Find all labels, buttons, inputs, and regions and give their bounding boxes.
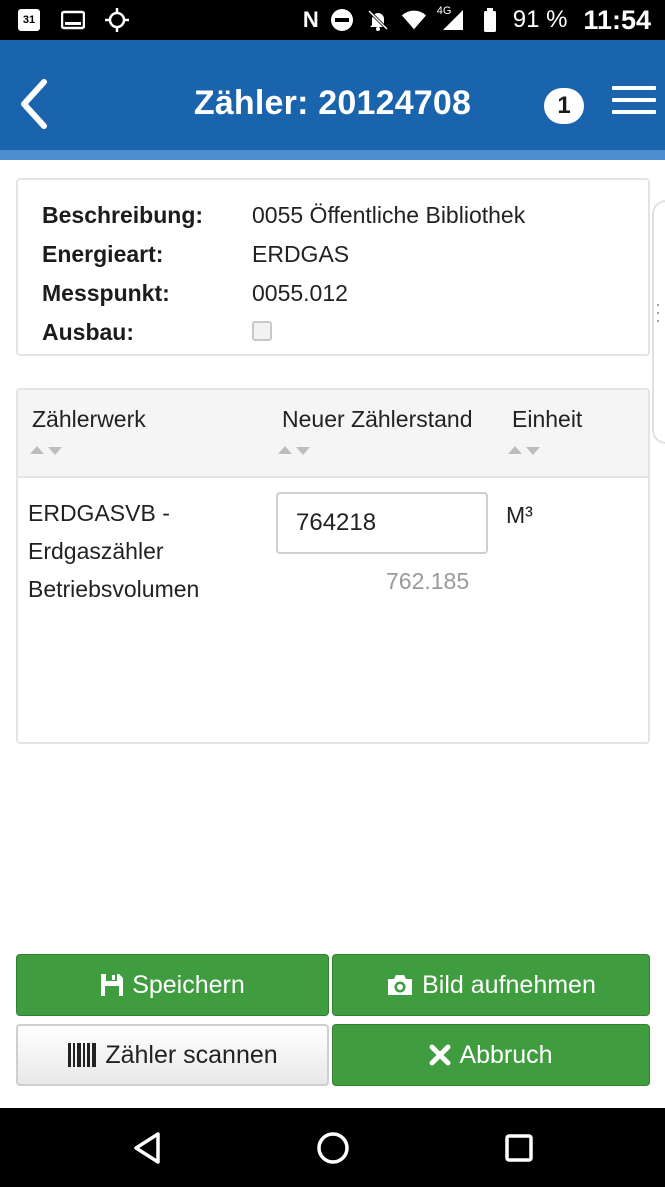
- circle-home-icon: [317, 1132, 349, 1164]
- menu-icon-bar: [612, 98, 656, 102]
- column-header-werk[interactable]: Zählerwerk: [32, 406, 146, 433]
- cancel-button[interactable]: Abbruch: [332, 1024, 650, 1086]
- close-icon: [429, 1044, 451, 1066]
- square-recents-icon: [505, 1134, 533, 1162]
- info-label: Energieart:: [42, 241, 164, 267]
- table-header: Zählerwerk Neuer Zählerstand Einheit: [18, 390, 648, 478]
- network-label: 4G: [436, 5, 452, 17]
- sort-icon[interactable]: [508, 446, 540, 455]
- battery-icon: [477, 7, 503, 33]
- info-label: Ausbau:: [42, 319, 134, 345]
- werk-line: ERDGASVB -: [28, 500, 170, 526]
- info-value: 0055.012: [252, 280, 348, 306]
- gallery-icon: [60, 7, 86, 33]
- take-photo-button-label: Bild aufnehmen: [422, 970, 596, 999]
- dnd-icon: [329, 7, 355, 33]
- barcode-icon: [67, 1042, 97, 1068]
- notification-badge[interactable]: 1: [544, 88, 584, 124]
- previous-reading: 762.185: [386, 568, 470, 594]
- wifi-icon: [401, 7, 427, 33]
- column-header-new-reading[interactable]: Neuer Zählerstand: [282, 406, 473, 433]
- signal-icon: 4G: [436, 5, 467, 33]
- info-label: Messpunkt:: [42, 280, 170, 306]
- info-row-removal: Ausbau:: [42, 319, 272, 346]
- meter-info-card: Beschreibung: 0055 Öffentliche Bibliothe…: [16, 178, 650, 356]
- nav-home-button[interactable]: [313, 1128, 353, 1168]
- nav-recents-button[interactable]: [499, 1128, 539, 1168]
- triangle-back-icon: [134, 1132, 160, 1164]
- nav-back-button[interactable]: [128, 1128, 168, 1168]
- table-cell-werk: ERDGASVB - Erdgaszähler Betriebsvolumen: [28, 494, 248, 608]
- hamburger-menu-button[interactable]: [612, 82, 656, 122]
- calendar-icon: 31: [16, 7, 42, 33]
- app-header: Zähler: 20124708 1: [0, 40, 665, 160]
- location-icon: [104, 7, 130, 33]
- werk-line: Betriebsvolumen: [28, 576, 200, 602]
- info-row-energy-type: Energieart: ERDGAS: [42, 241, 349, 268]
- readings-table: Zählerwerk Neuer Zählerstand Einheit ERD…: [16, 388, 650, 744]
- info-value: ERDGAS: [252, 241, 350, 267]
- calendar-day: 31: [18, 9, 40, 31]
- unit-value: M³: [506, 502, 533, 528]
- removal-checkbox[interactable]: [252, 321, 272, 341]
- new-reading-input[interactable]: [276, 492, 488, 554]
- take-photo-button[interactable]: Bild aufnehmen: [332, 954, 650, 1016]
- cancel-button-label: Abbruch: [459, 1040, 553, 1069]
- menu-icon-bar: [612, 86, 656, 90]
- werk-line: Erdgaszähler: [28, 538, 164, 564]
- camera-icon: [386, 973, 414, 997]
- save-button[interactable]: Speichern: [16, 954, 329, 1016]
- nfc-icon: N: [302, 7, 319, 32]
- status-bar: 31 N 4G 91 % 11:54: [0, 0, 665, 40]
- floppy-disk-icon: [100, 973, 124, 997]
- info-value: 0055 Öffentliche Bibliothek: [252, 202, 526, 228]
- save-button-label: Speichern: [132, 970, 245, 999]
- info-row-measuring-point: Messpunkt: 0055.012: [42, 280, 348, 307]
- menu-icon-bar: [612, 110, 656, 114]
- info-label: Beschreibung:: [42, 202, 204, 228]
- info-row-description: Beschreibung: 0055 Öffentliche Bibliothe…: [42, 202, 525, 229]
- column-header-unit[interactable]: Einheit: [512, 406, 582, 433]
- system-navigation-bar: [0, 1108, 665, 1187]
- mute-icon: [365, 7, 391, 33]
- scan-meter-button-label: Zähler scannen: [105, 1040, 278, 1069]
- clock: 11:54: [583, 4, 651, 35]
- scan-meter-button[interactable]: Zähler scannen: [16, 1024, 329, 1086]
- battery-percent: 91 %: [512, 6, 568, 33]
- drag-handle-icon: · · ·: [655, 294, 661, 330]
- sort-icon[interactable]: [278, 446, 310, 455]
- sort-icon[interactable]: [30, 446, 62, 455]
